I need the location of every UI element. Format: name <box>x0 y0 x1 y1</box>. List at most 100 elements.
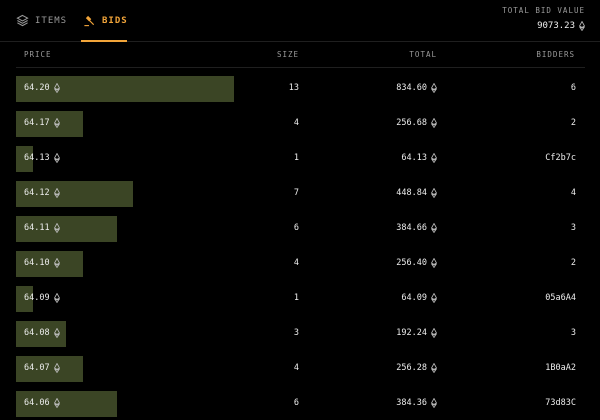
total-value: 64.09 <box>401 293 427 303</box>
bidders-cell: 4 <box>571 188 576 198</box>
eth-icon <box>431 363 437 373</box>
bidders-cell: 6 <box>571 83 576 93</box>
table-row[interactable]: 64.20 13 834.60 6 <box>16 68 585 103</box>
bidders-cell: 2 <box>571 258 576 268</box>
table-row[interactable]: 64.06 6 384.36 73d83C <box>16 383 585 418</box>
price-cell: 64.13 <box>24 153 60 163</box>
size-cell: 6 <box>294 223 299 233</box>
table-header: PRICE SIZE TOTAL BIDDERS <box>16 41 585 68</box>
eth-icon <box>53 188 60 198</box>
bidders-cell: 3 <box>571 328 576 338</box>
eth-icon <box>431 398 437 408</box>
eth-icon <box>53 153 60 163</box>
total-bid-value: TOTAL BID VALUE 9073.23 <box>502 6 585 31</box>
eth-icon <box>53 328 60 338</box>
price-value: 64.10 <box>24 258 50 268</box>
table-row[interactable]: 64.08 3 192.24 3 <box>16 313 585 348</box>
price-value: 64.11 <box>24 223 50 233</box>
eth-icon <box>579 21 585 31</box>
bidders-value: 6 <box>570 83 576 93</box>
total-bid-value-amount: 9073.23 <box>502 21 585 31</box>
column-header-size[interactable]: SIZE <box>277 50 299 59</box>
column-header-price[interactable]: PRICE <box>24 50 52 59</box>
eth-icon <box>431 293 437 303</box>
tab-bids-label: BIDS <box>102 15 128 26</box>
total-value: 256.40 <box>396 258 427 268</box>
eth-icon <box>431 118 437 128</box>
bidders-value: Cf2b7c <box>545 153 576 163</box>
bidders-value: 2 <box>570 118 576 128</box>
eth-icon <box>431 188 437 198</box>
total-cell: 384.66 <box>396 223 437 233</box>
bidders-value: 1B0aA2 <box>545 363 576 373</box>
total-cell: 256.68 <box>396 118 437 128</box>
size-cell: 4 <box>294 118 299 128</box>
size-value: 7 <box>293 188 299 198</box>
size-value: 4 <box>293 363 299 373</box>
bidders-value: 3 <box>570 328 576 338</box>
total-cell: 834.60 <box>396 83 437 93</box>
bidders-value: 2 <box>570 258 576 268</box>
total-value: 64.13 <box>401 153 427 163</box>
size-value: 3 <box>293 328 299 338</box>
total-bid-value-label: TOTAL BID VALUE <box>502 6 585 15</box>
table-row[interactable]: 64.11 6 384.66 3 <box>16 208 585 243</box>
layers-icon <box>16 14 29 27</box>
bids-table-body: 64.20 13 834.60 6 64.17 4 256.68 2 64.13 1 64.13 Cf… <box>16 68 585 418</box>
eth-icon <box>53 293 60 303</box>
column-header-bidders[interactable]: BIDDERS <box>536 50 575 59</box>
total-value: 834.60 <box>396 83 427 93</box>
size-cell: 4 <box>294 363 299 373</box>
total-cell: 256.28 <box>396 363 437 373</box>
table-row[interactable]: 64.12 7 448.84 4 <box>16 173 585 208</box>
size-cell: 1 <box>294 293 299 303</box>
table-row[interactable]: 64.09 1 64.09 05a6A4 <box>16 278 585 313</box>
eth-icon <box>53 258 60 268</box>
total-value: 384.36 <box>396 398 427 408</box>
table-row[interactable]: 64.17 4 256.68 2 <box>16 103 585 138</box>
total-cell: 64.13 <box>401 153 437 163</box>
price-cell: 64.12 <box>24 188 60 198</box>
tab-items[interactable]: ITEMS <box>16 0 67 41</box>
eth-icon <box>431 153 437 163</box>
bidders-cell: Cf2b7c <box>545 153 576 163</box>
bidders-value: 4 <box>570 188 576 198</box>
total-value: 192.24 <box>396 328 427 338</box>
total-cell: 384.36 <box>396 398 437 408</box>
tab-bids[interactable]: BIDS <box>81 0 128 42</box>
price-value: 64.07 <box>24 363 50 373</box>
size-value: 6 <box>293 223 299 233</box>
column-header-total[interactable]: TOTAL <box>409 50 437 59</box>
price-value: 64.12 <box>24 188 50 198</box>
total-cell: 448.84 <box>396 188 437 198</box>
size-value: 1 <box>293 153 299 163</box>
table-row[interactable]: 64.10 4 256.40 2 <box>16 243 585 278</box>
price-cell: 64.08 <box>24 328 60 338</box>
table-row[interactable]: 64.13 1 64.13 Cf2b7c <box>16 138 585 173</box>
eth-icon <box>431 258 437 268</box>
size-cell: 7 <box>294 188 299 198</box>
total-value: 256.68 <box>396 118 427 128</box>
eth-icon <box>53 118 60 128</box>
bidders-cell: 1B0aA2 <box>545 363 576 373</box>
tab-items-label: ITEMS <box>35 15 68 26</box>
gavel-icon <box>83 14 96 27</box>
total-value: 256.28 <box>396 363 427 373</box>
eth-icon <box>53 83 60 93</box>
bidders-cell: 05a6A4 <box>545 293 576 303</box>
table-row[interactable]: 64.07 4 256.28 1B0aA2 <box>16 348 585 383</box>
total-cell: 64.09 <box>401 293 437 303</box>
eth-icon <box>53 398 60 408</box>
price-cell: 64.06 <box>24 398 60 408</box>
price-value: 64.09 <box>24 293 50 303</box>
price-value: 64.08 <box>24 328 50 338</box>
bidders-cell: 3 <box>571 223 576 233</box>
size-cell: 6 <box>294 398 299 408</box>
price-value: 64.20 <box>24 83 50 93</box>
total-cell: 192.24 <box>396 328 437 338</box>
size-cell: 13 <box>289 83 299 93</box>
price-cell: 64.20 <box>24 83 60 93</box>
price-value: 64.17 <box>24 118 50 128</box>
size-value: 13 <box>288 83 299 93</box>
total-value: 384.66 <box>396 223 427 233</box>
